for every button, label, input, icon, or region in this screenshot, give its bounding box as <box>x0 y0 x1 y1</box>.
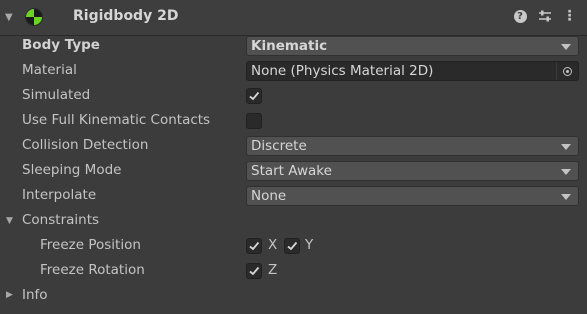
freeze-position-row: Freeze Position X Y <box>0 234 587 259</box>
simulated-checkbox[interactable] <box>246 88 262 104</box>
object-picker-icon <box>563 66 572 76</box>
simulated-label: Simulated <box>22 87 91 103</box>
component-header[interactable]: ▼ Rigidbody 2D ? ⋮ <box>0 0 587 36</box>
interpolate-row: Interpolate None <box>0 184 587 209</box>
freeze-position-x-checkbox[interactable] <box>246 238 262 254</box>
help-icon: ? <box>513 9 527 23</box>
more-menu-icon[interactable]: ⋮ <box>560 7 578 25</box>
material-value: None (Physics Material 2D) <box>251 63 434 79</box>
collision-detection-row: Collision Detection Discrete <box>0 134 587 159</box>
help-button[interactable]: ? <box>511 7 529 25</box>
chevron-down-icon[interactable]: ▼ <box>6 216 13 226</box>
collision-detection-value: Discrete <box>251 138 307 154</box>
checkmark-icon <box>249 91 260 101</box>
body-type-row: Body Type Kinematic <box>0 34 587 59</box>
body-type-value: Kinematic <box>251 38 328 54</box>
info-label: Info <box>22 287 48 303</box>
object-picker-button[interactable] <box>556 62 578 80</box>
sleeping-mode-row: Sleeping Mode Start Awake <box>0 159 587 184</box>
component-title: Rigidbody 2D <box>73 8 179 24</box>
sleeping-mode-dropdown[interactable]: Start Awake <box>246 161 579 181</box>
collision-detection-dropdown[interactable]: Discrete <box>246 136 579 156</box>
freeze-rotation-z-label: Z <box>268 262 278 278</box>
dropdown-caret-icon <box>561 44 571 50</box>
dropdown-caret-icon <box>561 169 571 175</box>
info-foldout[interactable]: ▶ Info <box>0 284 587 309</box>
constraints-label: Constraints <box>22 212 100 228</box>
chevron-down-icon[interactable]: ▼ <box>5 12 13 23</box>
freeze-position-y-checkbox[interactable] <box>284 238 300 254</box>
dropdown-caret-icon <box>561 144 571 150</box>
body-type-dropdown[interactable]: Kinematic <box>246 36 579 56</box>
material-object-field[interactable]: None (Physics Material 2D) <box>246 61 579 81</box>
collision-detection-label: Collision Detection <box>22 137 149 153</box>
body-type-label: Body Type <box>22 37 100 53</box>
presets-icon <box>539 10 551 22</box>
checkmark-icon <box>249 266 260 276</box>
material-row: Material None (Physics Material 2D) <box>0 59 587 84</box>
sleeping-mode-value: Start Awake <box>251 163 332 179</box>
freeze-position-label: Freeze Position <box>40 237 141 253</box>
rigidbody2d-icon[interactable] <box>26 9 42 25</box>
freeze-rotation-z-checkbox[interactable] <box>246 263 262 279</box>
interpolate-value: None <box>251 188 287 204</box>
checkmark-icon <box>287 241 298 251</box>
full-kinematic-contacts-checkbox[interactable] <box>246 113 262 129</box>
presets-button[interactable] <box>536 7 554 25</box>
sleeping-mode-label: Sleeping Mode <box>22 162 122 178</box>
interpolate-label: Interpolate <box>22 187 97 203</box>
checkmark-icon <box>249 241 260 251</box>
material-label: Material <box>22 62 77 78</box>
freeze-position-y-label: Y <box>305 237 314 253</box>
full-kinematic-contacts-row: Use Full Kinematic Contacts <box>0 109 587 134</box>
full-kinematic-contacts-label: Use Full Kinematic Contacts <box>22 112 211 128</box>
interpolate-dropdown[interactable]: None <box>246 186 579 206</box>
freeze-position-x-label: X <box>268 237 278 253</box>
chevron-right-icon[interactable]: ▶ <box>6 290 13 300</box>
freeze-rotation-label: Freeze Rotation <box>40 262 145 278</box>
dropdown-caret-icon <box>561 194 571 200</box>
simulated-row: Simulated <box>0 84 587 109</box>
constraints-foldout[interactable]: ▼ Constraints <box>0 209 587 234</box>
freeze-rotation-row: Freeze Rotation Z <box>0 259 587 284</box>
